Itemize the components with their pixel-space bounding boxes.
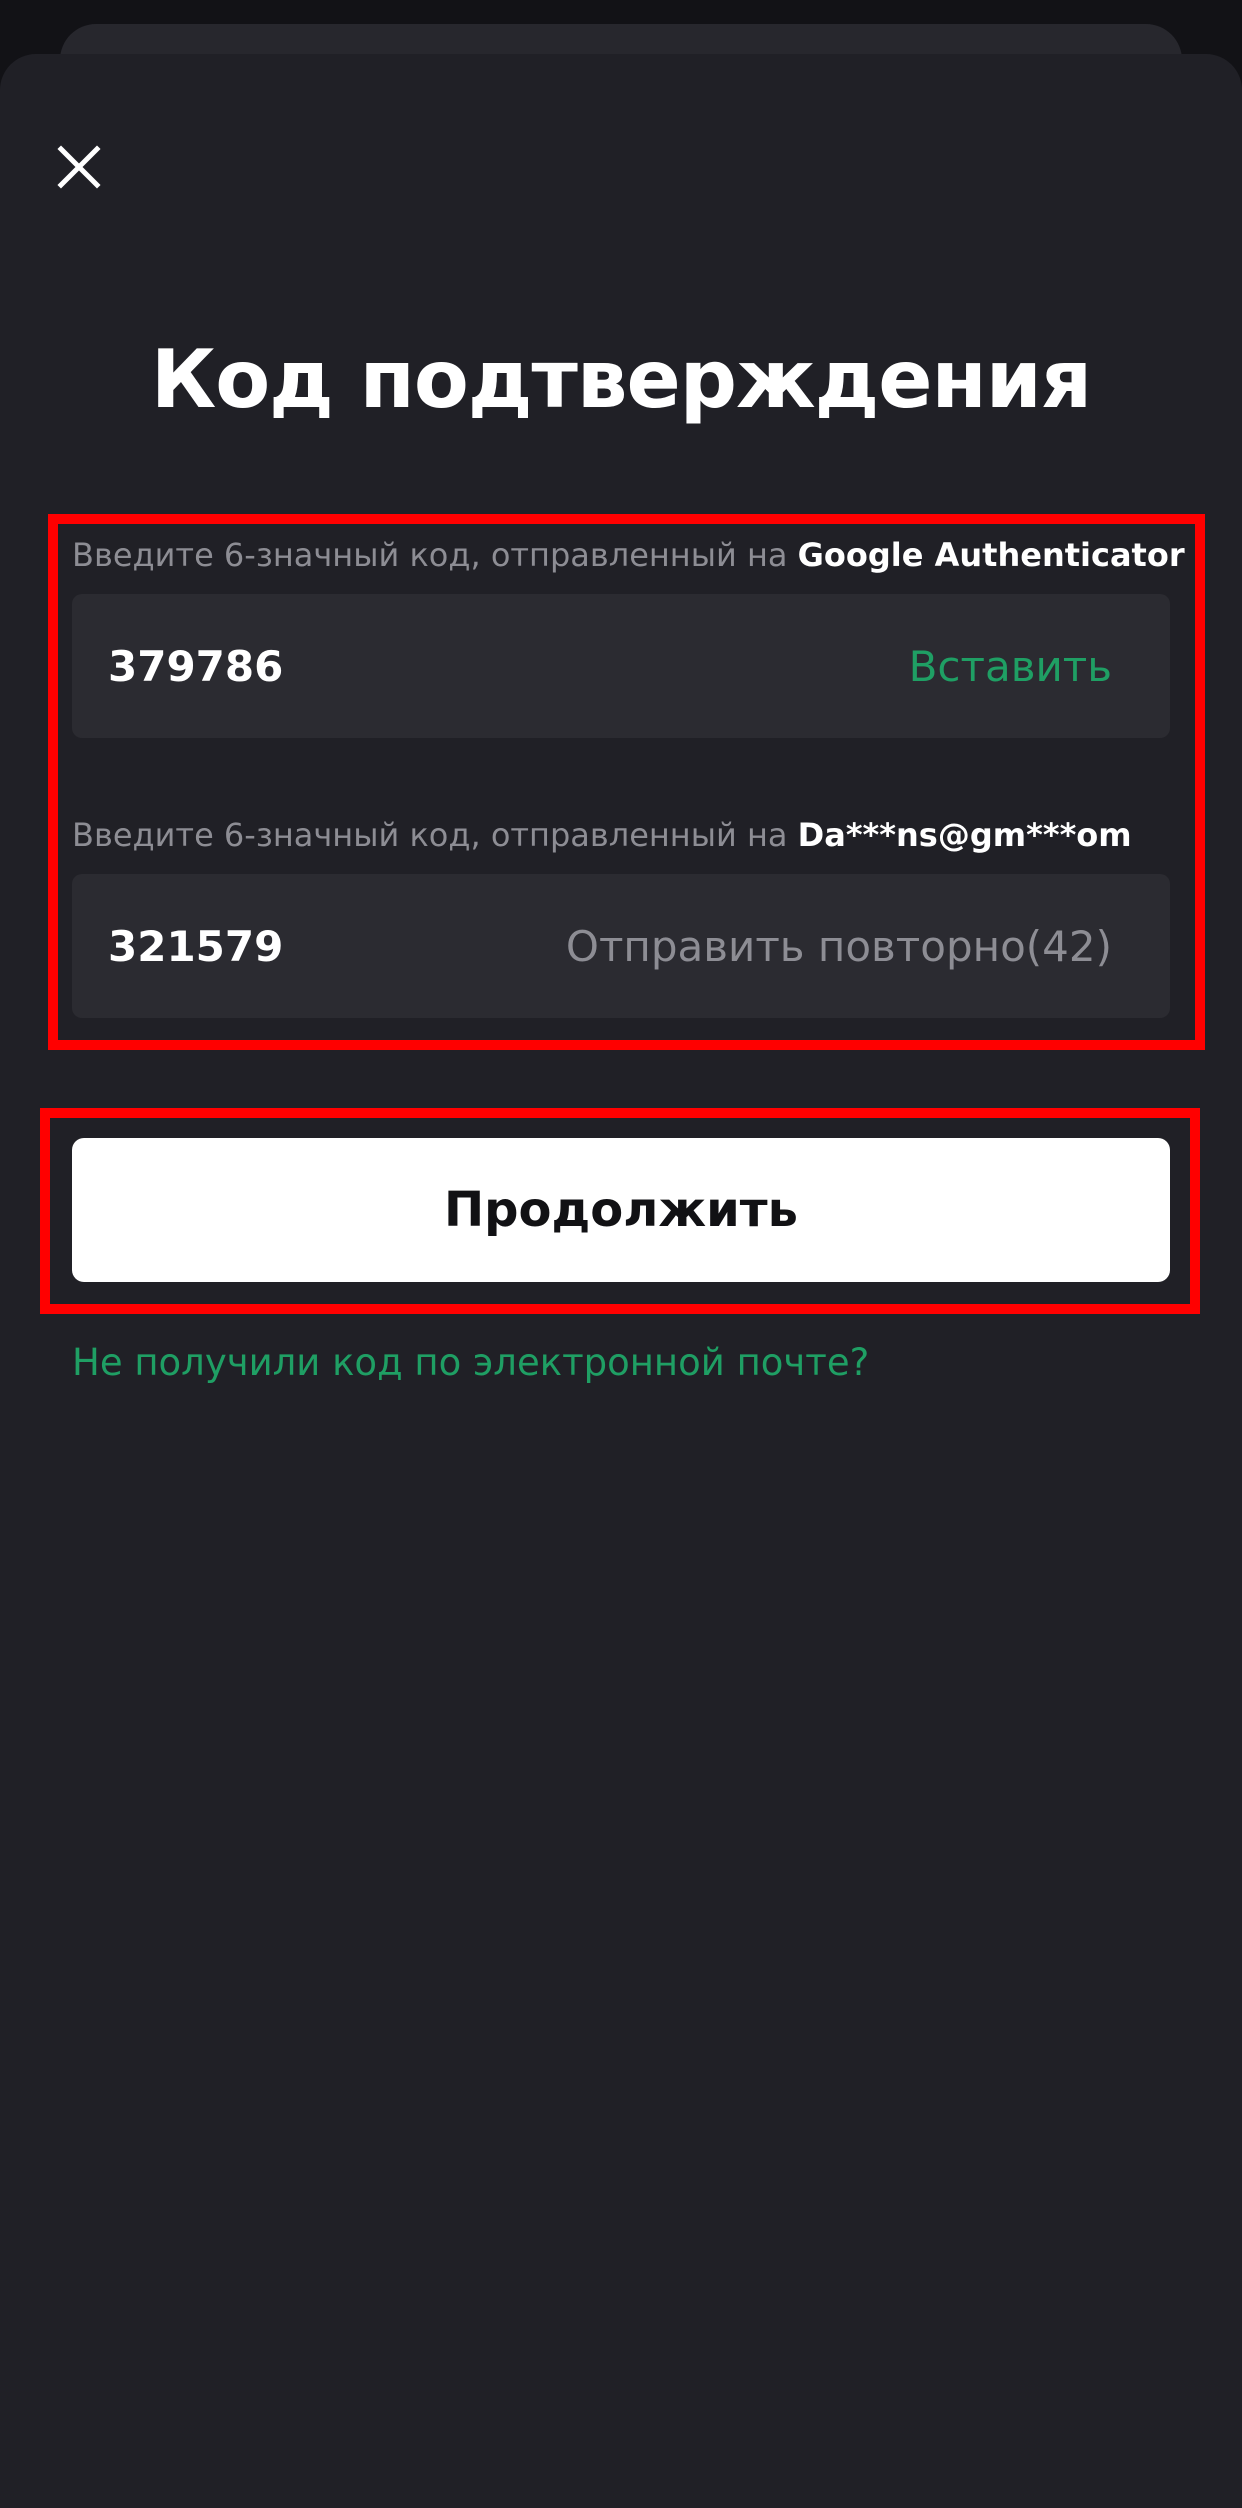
page-title: Код подтверждения bbox=[150, 333, 1092, 426]
authenticator-caption: Введите 6-значный код, отправленный на G… bbox=[72, 535, 1185, 575]
email-code-input[interactable]: 321579 Отправить повторно(42) bbox=[72, 874, 1170, 1018]
no-email-code-link[interactable]: Не получили код по электронной почте? bbox=[72, 1338, 869, 1388]
authenticator-code-input[interactable]: 379786 Вставить bbox=[72, 594, 1170, 738]
authenticator-code-value: 379786 bbox=[108, 641, 284, 691]
resend-countdown: Отправить повторно(42) bbox=[565, 921, 1112, 971]
continue-button[interactable]: Продолжить bbox=[72, 1138, 1170, 1282]
email-caption-target: Da***ns@gm***om bbox=[797, 816, 1132, 854]
email-code-value: 321579 bbox=[108, 921, 284, 971]
close-icon bbox=[57, 145, 101, 189]
paste-button[interactable]: Вставить bbox=[909, 642, 1112, 691]
email-caption-prefix: Введите 6-значный код, отправленный на bbox=[72, 816, 788, 854]
authenticator-caption-prefix: Введите 6-значный код, отправленный на bbox=[72, 536, 788, 574]
authenticator-caption-target: Google Authenticator bbox=[797, 536, 1185, 574]
close-button[interactable] bbox=[40, 128, 118, 206]
email-caption: Введите 6-значный код, отправленный на D… bbox=[72, 815, 1182, 855]
